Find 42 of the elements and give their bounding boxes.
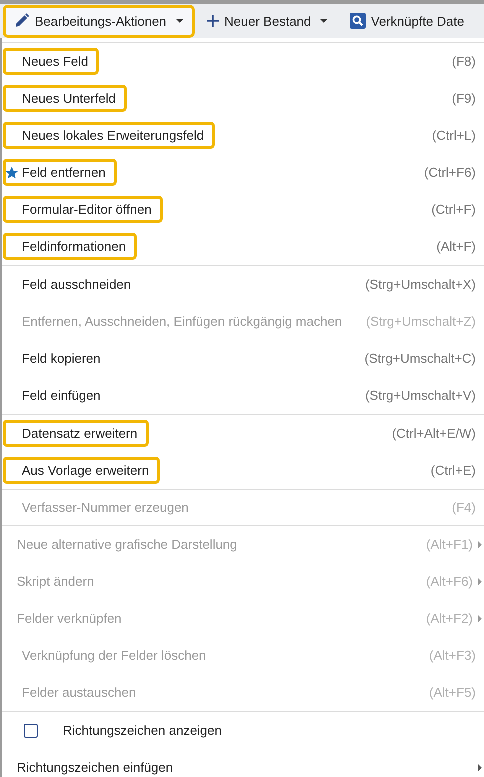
search-icon	[350, 13, 366, 29]
menu-item[interactable]: Richtungszeichen einfügen	[17, 760, 174, 775]
shortcut-label: (Ctrl+L)	[432, 128, 476, 143]
menu-item[interactable]: Feld entfernen	[22, 165, 106, 180]
menu-item[interactable]: Feld einfügen	[22, 388, 101, 403]
shortcut-label: (F4)	[452, 500, 476, 515]
shortcut-label: (F8)	[452, 54, 476, 69]
shortcut-label: (Ctrl+E)	[430, 463, 476, 478]
shortcut-label: (Alt+F)	[436, 239, 476, 254]
menu-item[interactable]: Feld ausschneiden	[22, 277, 132, 292]
shortcut-label: (Alt+F1)	[426, 537, 473, 552]
submenu-arrow-icon	[478, 540, 482, 548]
shortcut-label: (Strg+Umschalt+Z)	[366, 314, 476, 329]
plus-icon	[206, 14, 220, 28]
toolbar-button[interactable]: Bearbeitungs-Aktionen	[3, 4, 195, 38]
submenu-arrow-icon	[478, 764, 482, 772]
shortcut-label: (Alt+F3)	[429, 648, 476, 663]
menu-item[interactable]: Neues lokales Erweiterungsfeld	[22, 128, 204, 143]
menu-item[interactable]: Aus Vorlage erweitern	[22, 463, 150, 478]
shortcut-label: (Strg+Umschalt+V)	[365, 388, 476, 403]
toolbar-button[interactable]: Neuer Bestand	[194, 4, 340, 38]
pencil-icon	[14, 13, 30, 29]
shortcut-label: (Alt+F5)	[429, 685, 476, 700]
menu-item[interactable]: Datensatz erweitern	[22, 426, 138, 441]
menu-item[interactable]: Feld kopieren	[22, 351, 101, 366]
shortcut-label: (Alt+F6)	[426, 574, 473, 589]
shortcut-label: (F9)	[452, 91, 476, 106]
shortcut-label: (Ctrl+F)	[432, 202, 476, 217]
checkbox[interactable]	[24, 724, 38, 738]
menu-item[interactable]: Richtungszeichen anzeigen	[63, 723, 222, 738]
menu-item[interactable]: Neues Unterfeld	[22, 91, 116, 106]
menu-item[interactable]: Neues Feld	[22, 54, 88, 69]
toolbar-button[interactable]: Verknüpfte Date	[339, 4, 468, 38]
shortcut-label: (Alt+F2)	[426, 611, 473, 626]
submenu-arrow-icon	[478, 578, 482, 586]
shortcut-label: (Ctrl+Alt+E/W)	[392, 426, 476, 441]
shortcut-label: (Strg+Umschalt+C)	[364, 351, 476, 366]
submenu-arrow-icon	[478, 614, 482, 622]
shortcut-label: (Ctrl+F6)	[424, 165, 476, 180]
menu-item[interactable]: Feldinformationen	[22, 239, 126, 254]
shortcut-label: (Strg+Umschalt+X)	[365, 277, 476, 292]
menu-item[interactable]: Formular-Editor öffnen	[22, 202, 152, 217]
